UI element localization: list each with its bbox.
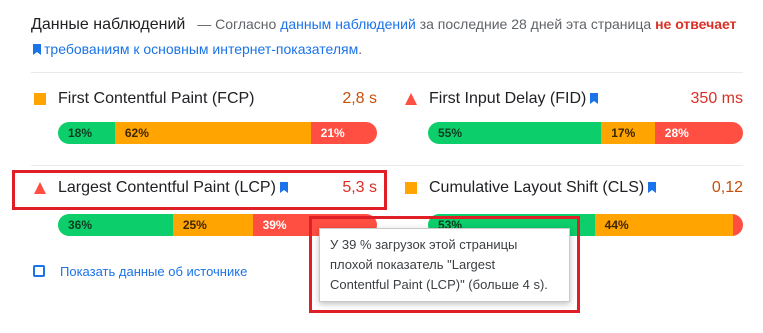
bookmark-icon <box>33 44 41 55</box>
summary-text-1: Согласно <box>215 16 277 32</box>
metric-cls: Cumulative Layout Shift (CLS) 0,12 <box>402 174 743 202</box>
divider <box>31 165 743 166</box>
poor-segment[interactable]: 21% <box>310 122 377 144</box>
orange-square-icon <box>34 93 46 105</box>
metric-value: 2,8 s <box>342 90 377 107</box>
tooltip-line: У 39 % загрузок этой страницы <box>330 237 518 252</box>
metric-lcp: Largest Contentful Paint (LCP) 5,3 s <box>31 174 377 202</box>
field-data-summary: Данные наблюдений — Согласно данным набл… <box>31 12 743 62</box>
metric-fid: First Input Delay (FID) 350 ms <box>402 85 743 113</box>
metric-value: 5,3 s <box>342 179 377 196</box>
bookmark-icon[interactable] <box>648 182 657 193</box>
tooltip-line: Contentful Paint (LCP)" (больше 4 s). <box>330 277 548 292</box>
metric-fcp: First Contentful Paint (FCP) 2,8 s <box>31 85 377 113</box>
average-segment[interactable]: 62% <box>114 122 311 144</box>
section-title: Данные наблюдений <box>31 16 186 33</box>
show-origin-data-label[interactable]: Показать данные об источнике <box>60 263 247 281</box>
title-dash: — <box>197 16 212 32</box>
cwv-requirements-link[interactable]: требованиям к основным интернет-показате… <box>44 41 358 57</box>
good-segment[interactable]: 18% <box>58 122 115 144</box>
status-text: не отвечает <box>655 16 737 32</box>
good-segment[interactable]: 55% <box>428 122 602 144</box>
tooltip-line: плохой показатель "Largest <box>330 257 496 272</box>
summary-end: . <box>358 41 363 57</box>
field-data-link[interactable]: данным наблюдений <box>280 16 416 32</box>
bookmark-icon[interactable] <box>590 93 599 104</box>
red-triangle-icon <box>34 182 46 194</box>
divider <box>31 72 743 73</box>
metric-name: First Contentful Paint (FCP) <box>58 90 255 107</box>
metric-name-text: Cumulative Layout Shift (CLS) <box>429 179 645 196</box>
poor-segment[interactable]: 28% <box>654 122 743 144</box>
distribution-bar-fid[interactable]: 55% 17% 28% <box>428 122 743 144</box>
origin-data-checkbox[interactable] <box>33 265 45 277</box>
metric-name-text: Largest Contentful Paint (LCP) <box>58 179 276 196</box>
metric-name: First Input Delay (FID) <box>429 85 601 113</box>
average-segment[interactable]: 44% <box>594 214 733 236</box>
average-segment[interactable]: 17% <box>601 122 655 144</box>
metric-name: Cumulative Layout Shift (CLS) <box>429 174 659 202</box>
summary-text-2: за последние 28 дней эта страница <box>419 16 652 32</box>
bookmark-icon[interactable] <box>279 182 288 193</box>
metric-name: Largest Contentful Paint (LCP) <box>58 174 291 202</box>
average-segment[interactable]: 25% <box>172 214 253 236</box>
orange-square-icon <box>405 182 417 194</box>
metric-value: 0,12 <box>711 179 743 196</box>
lcp-poor-tooltip: У 39 % загрузок этой страницы плохой пок… <box>319 228 570 302</box>
metric-name-text: First Input Delay (FID) <box>429 90 587 107</box>
red-triangle-icon <box>405 93 417 105</box>
metric-value: 350 ms <box>690 90 743 107</box>
good-segment[interactable]: 36% <box>58 214 173 236</box>
distribution-bar-fcp[interactable]: 18% 62% 21% <box>58 122 377 144</box>
poor-segment[interactable]: 3% <box>733 214 743 236</box>
